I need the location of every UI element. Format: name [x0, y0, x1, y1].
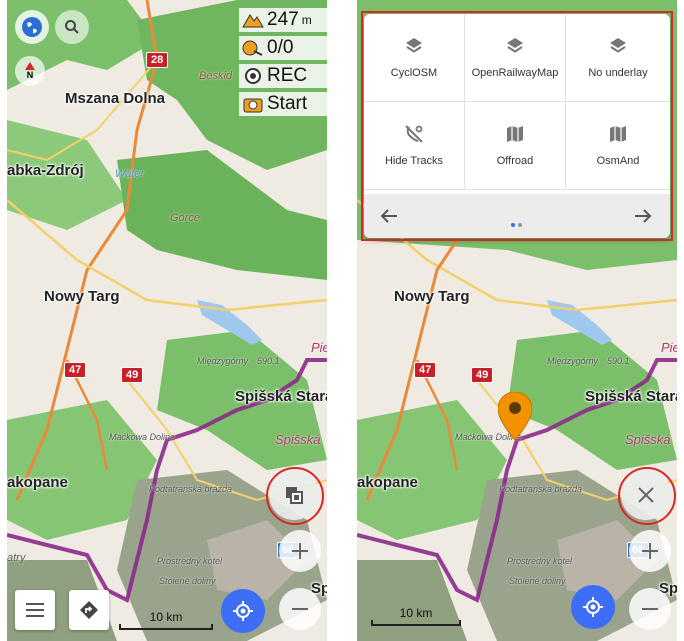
start-widget[interactable]: Start: [239, 92, 327, 116]
map-label-stolene-right: Stolené doliny: [509, 576, 566, 586]
map-label-miedzygorny: Międzygórny: [197, 356, 249, 366]
map-label-prostredny-right: Prostredný kotel: [507, 556, 573, 566]
zoom-out-button[interactable]: [279, 588, 321, 630]
road-shield-47-right: 47: [414, 362, 437, 378]
globe-button[interactable]: [15, 10, 49, 44]
map-label-water: Water: [115, 168, 145, 180]
globe-icon: [22, 17, 42, 37]
scale-bar-right: 10 km: [371, 606, 461, 626]
highlight-ring-close: [618, 467, 676, 525]
map-label-prostredny: Prostredný kotel: [157, 556, 223, 566]
scale-label: 10 km: [399, 606, 433, 620]
scale-line: [119, 624, 213, 630]
altitude-widget[interactable]: 247 m: [239, 8, 327, 32]
scale-label: 10 km: [149, 610, 183, 624]
scale-line: [371, 620, 461, 626]
map-label-tatry: atry: [7, 552, 26, 564]
highlight-ring-layers: [266, 467, 324, 525]
map-label-nowy-targ: Nowy Targ: [44, 288, 120, 305]
location-marker-icon[interactable]: [498, 392, 532, 442]
map-label-spisska-region: Spišská: [275, 432, 321, 447]
compass-icon: [25, 62, 35, 70]
road-shield-49: 49: [121, 367, 144, 383]
scale-bar: 10 km: [119, 610, 213, 630]
map-label-spisska-region-right: Spišská: [625, 432, 671, 447]
counter-widget[interactable]: 0/0: [239, 36, 327, 60]
highlight-box-panel: [361, 11, 673, 241]
record-icon: [245, 68, 261, 84]
map-label-podtatranska: Podtatranská brázda: [149, 484, 233, 494]
counter-value: 0/0: [267, 37, 294, 58]
map-label-beskid: Beskid: [199, 70, 233, 82]
altitude-value: 247: [267, 9, 299, 30]
road-label-590-right: 590.1: [607, 356, 630, 366]
map-label-rabka: abka-Zdrój: [7, 162, 84, 179]
road-shield-49-right: 49: [471, 367, 494, 383]
map-label-podtatranska-right: Podtatranská brázda: [499, 484, 583, 494]
mountain-icon: [242, 14, 264, 28]
rec-label: REC: [267, 65, 308, 86]
map-label-stolene: Stolené doliny: [159, 576, 216, 586]
road-shield-47: 47: [64, 362, 87, 378]
camera-icon: [243, 98, 263, 113]
minus-icon: [292, 608, 308, 610]
map-label-pie: Pie: [311, 340, 327, 355]
altitude-unit: m: [301, 13, 312, 27]
map-label-spisska-right: Spišská Stará: [585, 388, 677, 405]
compass-letter: N: [26, 70, 34, 80]
map-label-zakopane-right: akopane: [357, 474, 418, 491]
road-shield-28: 28: [146, 52, 169, 68]
map-label-nowy-targ-right: Nowy Targ: [394, 288, 470, 305]
zoom-in-button[interactable]: [279, 530, 321, 572]
map-label-mackowa: Maćkowa Dolina: [109, 432, 176, 442]
my-location-button-right[interactable]: [571, 585, 615, 629]
hamburger-icon: [26, 603, 44, 617]
map-label-zakopane: akopane: [7, 474, 68, 491]
zoom-in-button-right[interactable]: [629, 530, 671, 572]
map-label-miedzygorny-right: Międzygórny: [547, 356, 599, 366]
plus-icon: [292, 543, 308, 559]
road-label-590: 590.1: [257, 356, 280, 366]
search-button[interactable]: [55, 10, 89, 44]
map-label-gorce: Gorce: [170, 212, 200, 224]
map-label-pie-right: Pie: [661, 340, 677, 355]
rec-widget[interactable]: REC: [239, 64, 327, 88]
left-screen: Mszana Dolna abka-Zdrój Nowy Targ Spišsk…: [7, 0, 327, 641]
start-label: Start: [267, 93, 308, 114]
minus-icon: [642, 608, 658, 610]
compass-button[interactable]: N: [15, 56, 45, 86]
directions-icon: [80, 601, 98, 619]
map-label-mszana: Mszana Dolna: [65, 90, 166, 107]
location-target-icon: [233, 601, 253, 621]
distance-icon: [242, 40, 263, 56]
plus-icon: [642, 543, 658, 559]
directions-button[interactable]: [69, 590, 109, 630]
menu-button[interactable]: [15, 590, 55, 630]
map-label-spisska: Spišská Stará: [235, 388, 327, 405]
location-target-icon: [583, 597, 603, 617]
zoom-out-button-right[interactable]: [629, 588, 671, 630]
right-screen: Nowy Targ Spišská Stará akopane Spišská …: [357, 0, 677, 641]
my-location-button[interactable]: [221, 589, 265, 633]
search-icon: [65, 20, 79, 34]
